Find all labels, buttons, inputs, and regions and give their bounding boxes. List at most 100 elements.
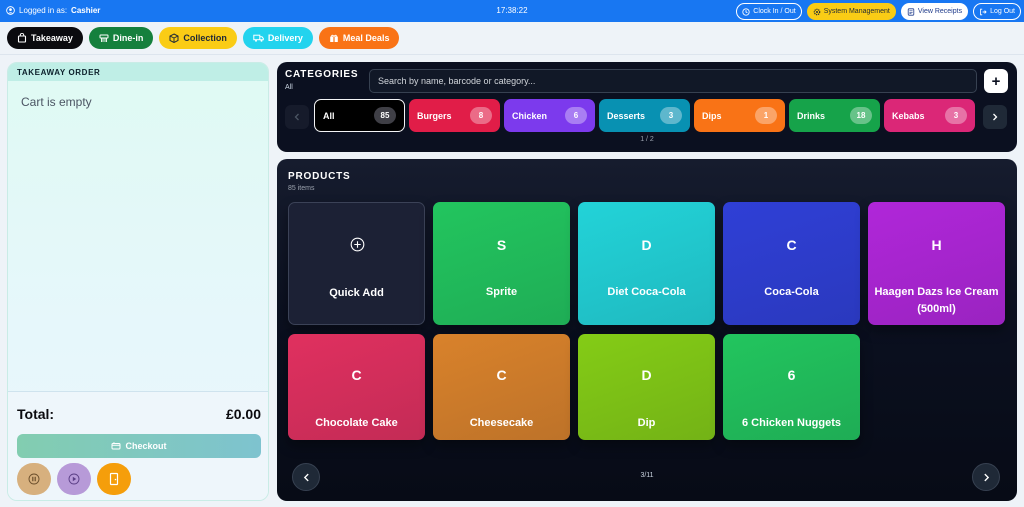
category-chip-count: 6 <box>565 107 587 124</box>
category-chip-all[interactable]: All 85 <box>314 99 405 132</box>
product-initial: C <box>786 237 797 253</box>
product-tile[interactable]: C Cheesecake <box>433 334 570 440</box>
product-name: Sprite <box>485 286 518 298</box>
category-chip-label: Chicken <box>512 110 548 121</box>
order-type-delivery[interactable]: Delivery <box>242 27 313 49</box>
order-type-label: Takeaway <box>31 33 73 43</box>
header-divider <box>0 54 1024 55</box>
receipt-icon <box>907 7 915 16</box>
product-name: Dip <box>637 417 656 429</box>
product-name: Diet Coca-Cola <box>607 286 686 298</box>
clock-in-out-label: Clock In / Out <box>753 8 796 15</box>
category-chip-count: 8 <box>470 107 492 124</box>
product-name: Coca-Cola <box>764 286 819 298</box>
quick-add-tile[interactable]: Quick Add <box>288 202 425 325</box>
category-chip-dips[interactable]: Dips 1 <box>694 99 785 132</box>
door-icon <box>109 472 119 486</box>
order-type-label: Dine-in <box>112 33 144 43</box>
product-initial: C <box>496 367 507 383</box>
cart-empty-message: Cart is empty <box>21 95 92 109</box>
product-tile[interactable]: S Sprite <box>433 202 570 325</box>
product-tile[interactable]: C Coca-Cola <box>723 202 860 325</box>
product-tile[interactable]: 6 6 Chicken Nuggets <box>723 334 860 440</box>
products-panel: PRODUCTS 85 items Quick Add S Sprite D D… <box>277 159 1017 501</box>
system-management-button[interactable]: System Management <box>806 3 896 20</box>
category-chip-count: 85 <box>374 107 396 124</box>
search-input[interactable] <box>369 69 977 93</box>
category-chip-label: Drinks <box>797 110 826 121</box>
system-management-label: System Management <box>823 8 890 15</box>
checkout-label: Checkout <box>125 441 167 451</box>
total-label: Total: <box>17 406 55 422</box>
user-prefix: Logged in as: <box>19 6 68 15</box>
truck-icon <box>253 34 264 42</box>
plus-circle-icon <box>350 237 365 252</box>
view-receipts-button[interactable]: View Receipts <box>900 3 969 20</box>
logout-icon <box>980 8 987 15</box>
product-tile[interactable]: H Haagen Dazs Ice Cream (500ml) <box>868 202 1005 325</box>
total-value: £0.00 <box>225 406 261 422</box>
order-type-dine-in[interactable]: Dine-in <box>88 27 154 49</box>
user-icon <box>6 6 15 15</box>
category-chip-chicken[interactable]: Chicken 6 <box>504 99 595 132</box>
order-type-takeaway[interactable]: Takeaway <box>7 27 83 49</box>
view-receipts-label: View Receipts <box>917 8 963 15</box>
category-chip-label: All <box>323 110 335 121</box>
product-tile[interactable]: C Chocolate Cake <box>288 334 425 440</box>
product-tile[interactable]: D Diet Coca-Cola <box>578 202 715 325</box>
logout-button[interactable]: Log Out <box>973 3 1021 20</box>
category-chip-drinks[interactable]: Drinks 18 <box>789 99 880 132</box>
category-chip-count: 18 <box>850 107 872 124</box>
product-name: Chocolate Cake <box>315 417 398 429</box>
order-type-label: Collection <box>183 33 227 43</box>
product-initial: C <box>351 367 362 383</box>
clock-icon <box>742 7 750 16</box>
add-product-button[interactable]: + <box>984 69 1008 93</box>
logout-label: Log Out <box>990 8 1015 15</box>
category-chip-label: Kebabs <box>892 110 925 121</box>
checkout-button[interactable]: Checkout <box>17 434 261 458</box>
products-next-page-button[interactable] <box>972 463 1000 491</box>
box-icon <box>169 33 179 43</box>
top-bar: Logged in as: Cashier 17:38:22 Clock In … <box>0 0 1024 22</box>
products-count: 85 items <box>288 185 315 192</box>
category-chip-count: 3 <box>660 107 682 124</box>
clock-in-out-button[interactable]: Clock In / Out <box>736 3 802 20</box>
order-type-label: Delivery <box>267 33 303 43</box>
shopping-bag-icon <box>17 33 27 43</box>
order-type-label: Meal Deals <box>342 33 390 43</box>
table-icon <box>99 34 109 42</box>
product-initial: H <box>931 237 942 253</box>
resume-order-button[interactable] <box>57 463 91 495</box>
product-initial: 6 <box>787 367 796 383</box>
category-chip-desserts[interactable]: Desserts 3 <box>599 99 690 132</box>
product-initial: S <box>496 237 507 253</box>
category-chip-label: Burgers <box>417 110 452 121</box>
product-initial: D <box>641 367 652 383</box>
categories-prev-button[interactable] <box>285 105 309 129</box>
cart-title: TAKEAWAY ORDER <box>8 63 268 81</box>
product-tile[interactable]: D Dip <box>578 334 715 440</box>
category-chip-kebabs[interactable]: Kebabs 3 <box>884 99 975 132</box>
order-type-collection[interactable]: Collection <box>159 27 237 49</box>
order-type-meal-deals[interactable]: Meal Deals <box>318 27 400 49</box>
exit-door-button[interactable] <box>97 463 131 495</box>
categories-panel: CATEGORIES All + All 85 Burgers 8 Chicken 6… <box>277 62 1017 152</box>
category-chip-list: All 85 Burgers 8 Chicken 6 Desserts 3 Dips 1 … <box>314 99 975 132</box>
hold-order-button[interactable] <box>17 463 51 495</box>
category-chip-burgers[interactable]: Burgers 8 <box>409 99 500 132</box>
chevron-right-icon <box>983 473 989 481</box>
products-title: PRODUCTS <box>288 171 351 182</box>
category-chip-label: Dips <box>702 110 722 121</box>
product-initial: D <box>641 237 652 253</box>
chevron-right-icon <box>993 113 998 121</box>
category-chip-count: 1 <box>755 107 777 124</box>
checkout-icon <box>111 442 121 450</box>
chevron-left-icon <box>294 113 299 121</box>
category-chip-label: Desserts <box>607 110 646 121</box>
categories-next-button[interactable] <box>983 105 1007 129</box>
gear-icon <box>813 8 820 15</box>
cart-panel: TAKEAWAY ORDER Cart is empty Total: £0.0… <box>7 62 269 501</box>
product-name: 6 Chicken Nuggets <box>741 417 842 429</box>
quick-add-label: Quick Add <box>329 287 384 299</box>
